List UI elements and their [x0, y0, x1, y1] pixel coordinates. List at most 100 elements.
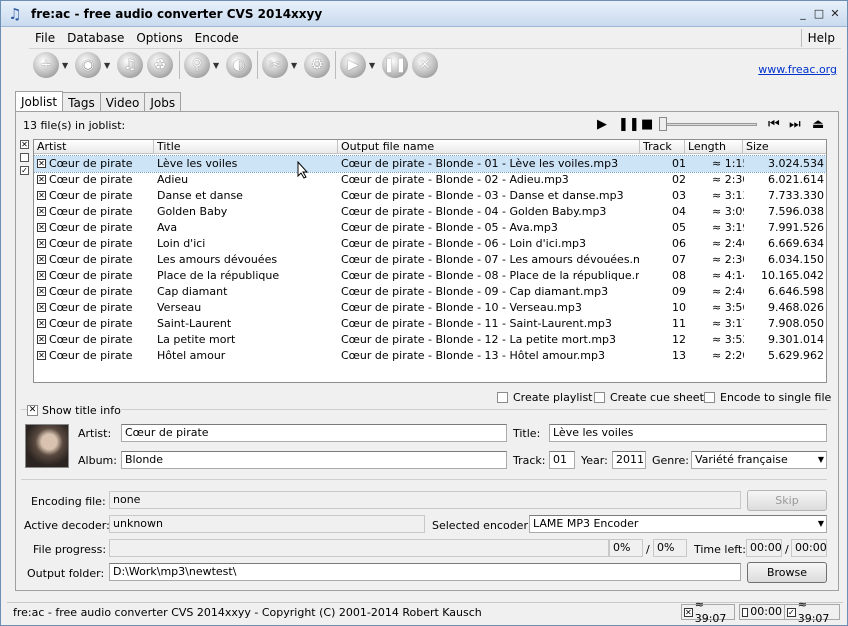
eject-icon[interactable]: ⏏: [812, 117, 824, 133]
output-folder-field[interactable]: D:\Work\mp3\newtest\: [109, 563, 741, 581]
single-file-checkbox[interactable]: [704, 392, 715, 403]
table-row[interactable]: ✕ Cœur de pirate Saint-Laurent Cœur de pira…: [34, 316, 826, 332]
check-none-icon[interactable]: [20, 153, 29, 162]
menu-encode[interactable]: Encode: [189, 29, 245, 48]
add-files-dropdown-icon[interactable]: ▼: [62, 61, 68, 70]
menu-help[interactable]: Help: [800, 29, 841, 47]
row-checkbox[interactable]: ✕: [37, 335, 46, 344]
pause-encode-icon[interactable]: ❚❚: [382, 52, 408, 78]
track-field[interactable]: 01: [549, 451, 575, 469]
tab-jobs[interactable]: Jobs: [144, 92, 182, 112]
create-cue-option[interactable]: Create cue sheet: [594, 391, 704, 404]
table-row[interactable]: ✕ Cœur de pirate Adieu Cœur de pirate - Blo…: [34, 172, 826, 188]
cell-track: 13: [672, 349, 686, 362]
encoder-select[interactable]: LAME MP3 Encoder ▼: [529, 515, 827, 533]
table-row[interactable]: ✕ Cœur de pirate Place de la république Cœu…: [34, 268, 826, 284]
add-cd-icon[interactable]: ◉: [75, 52, 101, 78]
next-track-icon[interactable]: ⏭: [789, 117, 801, 133]
table-row[interactable]: ✕ Cœur de pirate Les amours dévouées Cœur d…: [34, 252, 826, 268]
column-track[interactable]: Track: [640, 140, 685, 154]
table-row[interactable]: ✕ Cœur de pirate Cap diamant Cœur de pirate…: [34, 284, 826, 300]
table-row[interactable]: ✕ Cœur de pirate Ava Cœur de pirate - Blond…: [34, 220, 826, 236]
row-checkbox[interactable]: ✕: [37, 223, 46, 232]
artist-field[interactable]: Cœur de pirate: [121, 424, 507, 442]
table-row[interactable]: ✕ Cœur de pirate Danse et danse Cœur de pir…: [34, 188, 826, 204]
add-cd-dropdown-icon[interactable]: ▼: [104, 61, 110, 70]
stop-encode-icon[interactable]: ✕: [412, 52, 438, 78]
create-cue-checkbox[interactable]: [594, 392, 605, 403]
chevron-down-icon[interactable]: ▼: [818, 452, 824, 468]
show-title-info-option[interactable]: ✕ Show title info: [27, 404, 121, 417]
close-button[interactable]: ✕: [829, 8, 841, 20]
table-row[interactable]: ✕ Cœur de pirate Hôtel amour Cœur de pirate…: [34, 348, 826, 364]
website-link[interactable]: www.freac.org: [758, 63, 837, 76]
column-artist[interactable]: Artist: [34, 140, 154, 154]
browse-button[interactable]: Browse: [747, 562, 827, 583]
clear-music-icon[interactable]: ♫: [117, 52, 143, 78]
row-checkbox[interactable]: ✕: [37, 319, 46, 328]
cell-length: ≈ 2:30: [712, 253, 744, 266]
cddb-dropdown-icon[interactable]: ▼: [213, 61, 219, 70]
cddb-query-icon[interactable]: ⚲: [184, 52, 210, 78]
row-checkbox[interactable]: ✕: [37, 175, 46, 184]
config-dropdown-icon[interactable]: ▼: [291, 61, 297, 70]
stop-icon[interactable]: ■: [641, 117, 653, 133]
table-row[interactable]: ✕ Cœur de pirate Lève les voiles Cœur de pi…: [34, 155, 826, 173]
create-playlist-checkbox[interactable]: [497, 392, 508, 403]
add-files-icon[interactable]: +: [33, 52, 59, 78]
active-decoder-field: unknown: [109, 515, 425, 533]
tab-tags[interactable]: Tags: [62, 92, 101, 112]
column-size[interactable]: Size: [743, 140, 826, 154]
row-checkbox[interactable]: ✕: [37, 191, 46, 200]
minimize-button[interactable]: _: [797, 8, 809, 20]
play-icon[interactable]: ▶: [597, 117, 607, 133]
chevron-down-icon[interactable]: ▼: [818, 516, 824, 532]
settings-gear-icon[interactable]: ⚙: [304, 52, 330, 78]
encode-dropdown-icon[interactable]: ▼: [369, 61, 375, 70]
tab-video[interactable]: Video: [99, 92, 146, 112]
table-row[interactable]: ✕ Cœur de pirate Golden Baby Cœur de pirate…: [34, 204, 826, 220]
pause-icon[interactable]: ❚❚: [618, 117, 640, 133]
menu-file[interactable]: File: [29, 29, 61, 48]
create-playlist-option[interactable]: Create playlist: [497, 391, 593, 404]
cell-track: 05: [672, 221, 686, 234]
tab-joblist[interactable]: Joblist: [15, 91, 64, 112]
row-checkbox[interactable]: ✕: [37, 255, 46, 264]
column-output-file[interactable]: Output file name: [338, 140, 640, 154]
column-title[interactable]: Title: [154, 140, 338, 154]
album-field[interactable]: Blonde: [121, 451, 507, 469]
show-title-info-checkbox[interactable]: ✕: [27, 405, 38, 416]
row-checkbox[interactable]: ✕: [37, 287, 46, 296]
cell-output: Cœur de pirate - Blonde - 01 - Lève les …: [341, 157, 619, 170]
config-tools-icon[interactable]: ✂: [262, 52, 288, 78]
table-row[interactable]: ✕ Cœur de pirate La petite mort Cœur de pir…: [34, 332, 826, 348]
single-file-option[interactable]: Encode to single file: [704, 391, 831, 404]
row-checkbox[interactable]: ✕: [37, 207, 46, 216]
row-checkbox[interactable]: ✕: [37, 271, 46, 280]
toggle-checks-icon[interactable]: ✓: [20, 166, 29, 175]
remove-trash-icon[interactable]: ♻: [147, 52, 173, 78]
title-field[interactable]: Lève les voiles: [549, 424, 827, 442]
check-all-icon[interactable]: ✕: [20, 140, 29, 149]
menu-options[interactable]: Options: [130, 29, 188, 48]
previous-track-icon[interactable]: ⏮: [768, 117, 780, 133]
playback-slider-handle[interactable]: [659, 117, 667, 131]
row-checkbox[interactable]: ✕: [37, 239, 46, 248]
genre-select[interactable]: Variété française ▼: [691, 451, 827, 469]
row-checkbox[interactable]: ✕: [37, 159, 46, 168]
menu-database[interactable]: Database: [61, 29, 130, 48]
playback-slider[interactable]: [661, 123, 757, 126]
cddb-submit-icon[interactable]: ◐: [226, 52, 252, 78]
table-row[interactable]: ✕ Cœur de pirate Verseau Cœur de pirate - B…: [34, 300, 826, 316]
output-folder-label: Output folder:: [27, 567, 105, 580]
row-checkbox[interactable]: ✕: [37, 351, 46, 360]
table-row[interactable]: ✕ Cœur de pirate Loin d'ici Cœur de pirate …: [34, 236, 826, 252]
title-bar[interactable]: ♫ fre:ac - free audio converter CVS 2014…: [1, 1, 847, 27]
skip-button[interactable]: Skip: [747, 490, 827, 511]
year-field[interactable]: 2011: [612, 451, 646, 469]
row-checkbox[interactable]: ✕: [37, 303, 46, 312]
cell-size: 7.991.526: [768, 221, 824, 234]
start-encode-icon[interactable]: ▶: [340, 52, 366, 78]
maximize-button[interactable]: □: [813, 8, 825, 20]
column-length[interactable]: Length: [685, 140, 743, 154]
